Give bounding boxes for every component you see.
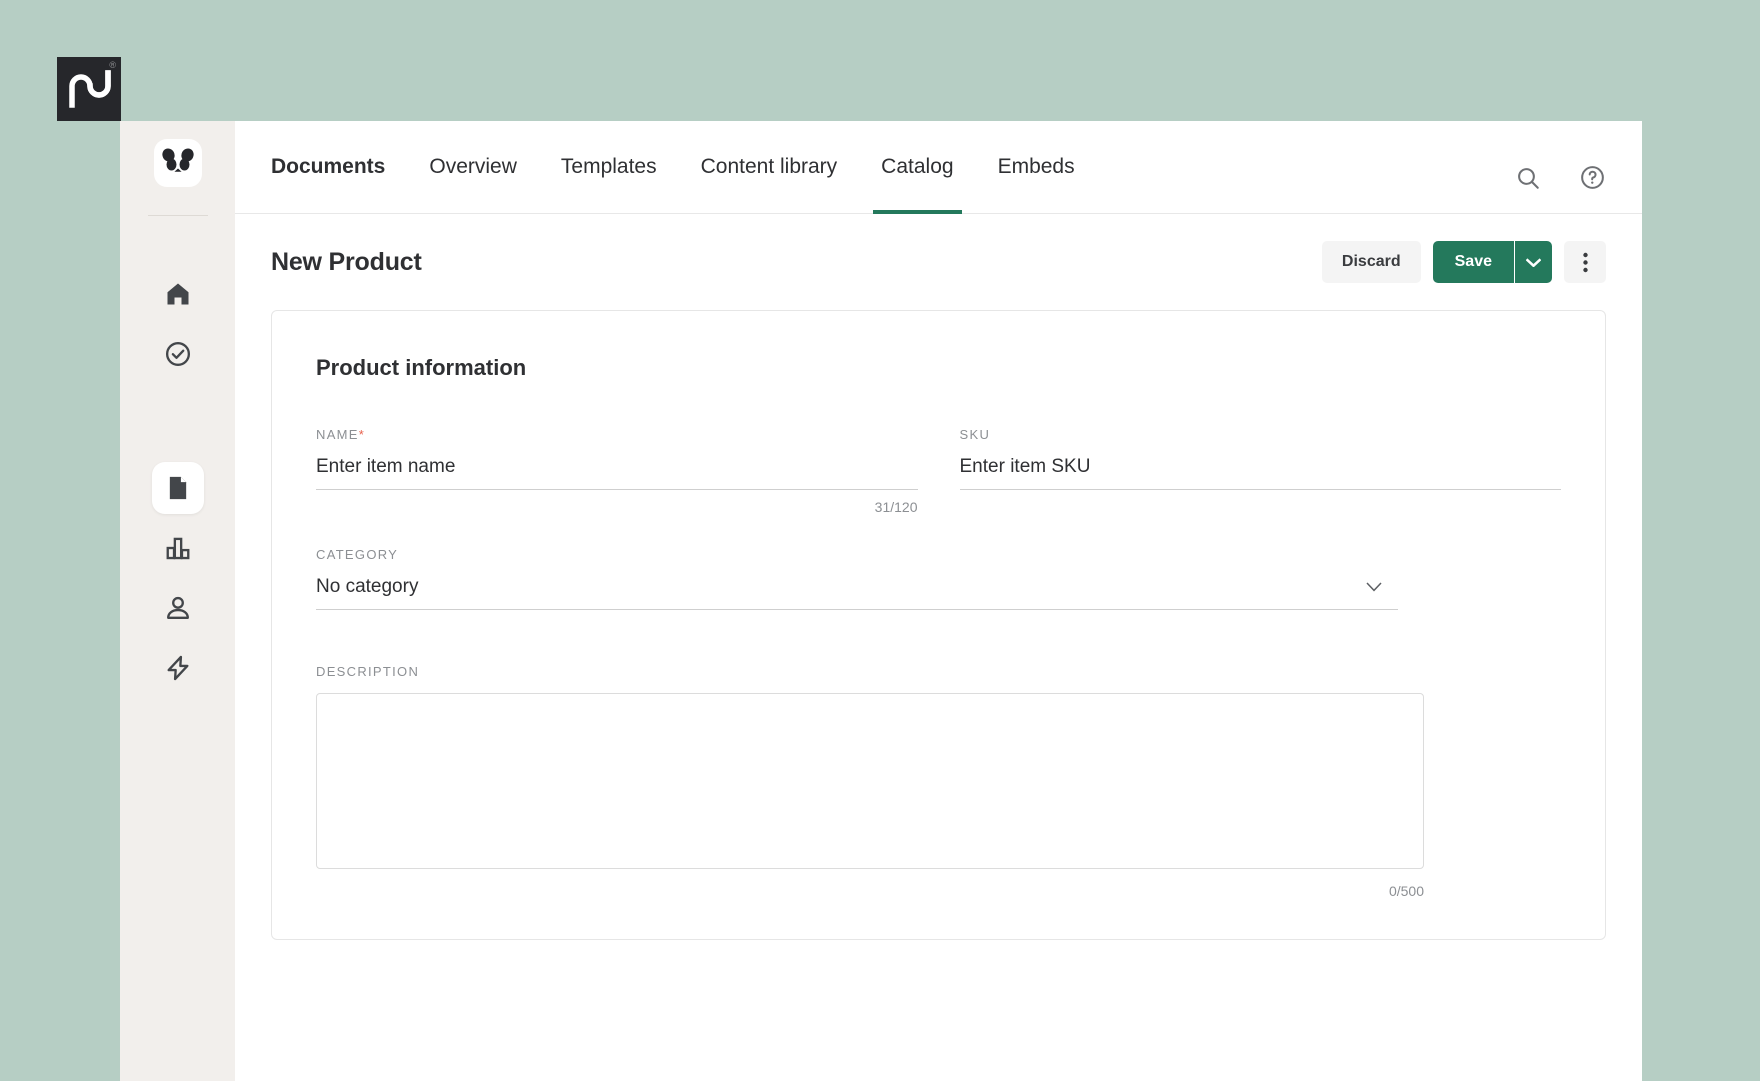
lightning-icon	[167, 655, 188, 681]
search-button[interactable]	[1515, 165, 1541, 191]
save-dropdown-button[interactable]	[1514, 241, 1552, 283]
more-options-button[interactable]	[1564, 241, 1606, 283]
main-column: Documents Overview Templates Content lib…	[235, 121, 1642, 1081]
name-field-group: NAME* 31/120	[316, 427, 918, 515]
more-vertical-icon	[1582, 252, 1588, 272]
app-window: Documents Overview Templates Content lib…	[120, 121, 1642, 1081]
registered-mark: ®	[109, 60, 116, 70]
description-character-counter: 0/500	[1388, 883, 1424, 899]
name-sku-row: NAME* 31/120 SKU	[316, 427, 1561, 515]
category-selected-value: No category	[316, 576, 1398, 610]
discard-button[interactable]: Discard	[1321, 241, 1421, 283]
search-icon	[1518, 167, 1539, 189]
sidebar-item-tasks[interactable]	[152, 328, 204, 380]
tab-catalog[interactable]: Catalog	[859, 121, 975, 214]
person-icon	[166, 596, 189, 619]
category-field-group: CATEGORY No category	[316, 547, 1398, 610]
sidebar-item-contacts[interactable]	[152, 582, 204, 634]
nav-tabs: Documents Overview Templates Content lib…	[271, 121, 1097, 214]
pandadoc-logo-icon	[69, 70, 111, 108]
name-character-counter: 31/120	[874, 499, 918, 515]
document-icon	[169, 476, 186, 500]
save-button-group: Save	[1432, 241, 1552, 283]
header-actions: Discard Save	[1321, 241, 1606, 283]
tab-templates[interactable]: Templates	[539, 121, 679, 213]
name-label-text: NAME	[316, 427, 359, 442]
sidebar-item-home[interactable]	[152, 268, 204, 320]
avatar[interactable]	[153, 139, 202, 187]
sku-field-group: SKU	[959, 427, 1561, 515]
bar-chart-icon	[166, 537, 189, 560]
required-asterisk: *	[358, 427, 366, 442]
left-nav-rail	[120, 121, 235, 1081]
page-title: New Product	[271, 247, 422, 276]
sku-input[interactable]	[959, 456, 1561, 490]
chevron-down-icon	[1526, 257, 1541, 267]
rail-icon-group	[151, 268, 204, 702]
topnav-actions	[1515, 164, 1606, 213]
tab-embeds[interactable]: Embeds	[976, 121, 1097, 213]
help-circle-icon	[1581, 166, 1604, 189]
product-information-card: Product information NAME* 31/120 SKU CAT…	[271, 310, 1606, 940]
sidebar-item-documents[interactable]	[151, 462, 204, 514]
description-field-group: DESCRIPTION 0/500	[316, 664, 1424, 899]
panda-avatar-icon	[161, 148, 194, 172]
category-select[interactable]: No category	[316, 576, 1398, 610]
home-icon	[167, 283, 188, 305]
rail-divider	[147, 215, 208, 216]
tab-overview[interactable]: Overview	[407, 121, 539, 213]
tab-content-library[interactable]: Content library	[679, 121, 860, 213]
content-area: Product information NAME* 31/120 SKU CAT…	[235, 310, 1642, 1081]
pandadoc-logo-tile: ®	[57, 57, 121, 121]
description-label: DESCRIPTION	[316, 664, 420, 679]
card-title: Product information	[316, 355, 527, 380]
page-header: New Product Discard Save	[235, 214, 1642, 310]
help-button[interactable]	[1579, 164, 1606, 191]
check-circle-icon	[165, 341, 190, 367]
save-button[interactable]: Save	[1432, 241, 1514, 283]
description-textarea[interactable]	[316, 693, 1424, 869]
name-label: NAME*	[316, 427, 918, 442]
tab-documents[interactable]: Documents	[271, 121, 407, 213]
top-navigation-bar: Documents Overview Templates Content lib…	[235, 121, 1642, 214]
name-input[interactable]	[316, 456, 918, 490]
sidebar-item-automations[interactable]	[152, 642, 204, 694]
category-label: CATEGORY	[316, 547, 399, 562]
sidebar-item-reports[interactable]	[152, 522, 204, 574]
sku-label: SKU	[959, 427, 991, 442]
